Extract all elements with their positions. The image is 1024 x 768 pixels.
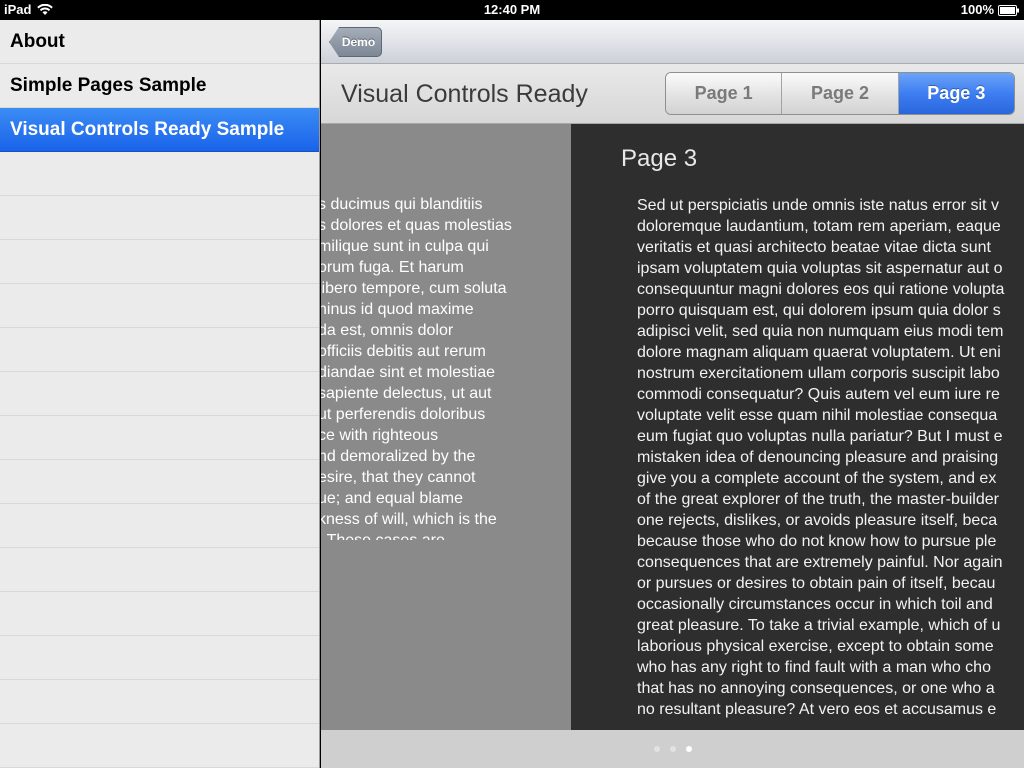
text-line: great pleasure. To take a trivial exampl… <box>637 617 1001 634</box>
page-content[interactable]: s ducimus qui blanditiis s dolores et qua… <box>321 124 1024 730</box>
back-button[interactable]: Demo <box>329 27 382 57</box>
text-line: who has any right to find fault with a m… <box>637 659 991 676</box>
sidebar-item[interactable]: Simple Pages Sample <box>0 64 319 108</box>
page-body-text: Sed ut perspiciatis unde omnis iste natu… <box>637 195 1024 720</box>
text-line: ue; and equal blame <box>321 490 463 507</box>
text-line: adipisci velit, sed quia non numquam eiu… <box>637 323 1004 340</box>
text-line: libero tempore, cum soluta <box>321 280 507 297</box>
text-line: Sed ut perspiciatis unde omnis iste natu… <box>637 197 999 214</box>
page-dot[interactable] <box>685 746 692 752</box>
text-line: veritatis et quasi architecto beatae vit… <box>637 239 991 256</box>
text-line: s ducimus qui blanditiis <box>321 196 483 213</box>
battery-percent: 100% <box>960 2 994 17</box>
text-line: sapiente delectus, ut aut <box>321 385 492 402</box>
status-right: 100% <box>961 2 1020 17</box>
sidebar-item[interactable]: Visual Controls Ready Sample <box>0 108 319 152</box>
page-dot[interactable] <box>653 746 660 752</box>
text-line: ut perferendis doloribus <box>321 406 486 423</box>
segment-page-1[interactable]: Page 1 <box>666 73 783 114</box>
text-line: consequuntur magni dolores eos qui ratio… <box>637 281 1005 298</box>
text-line: occasionally circumstances occur in whic… <box>637 596 993 613</box>
text-line: officiis debitis aut rerum <box>321 343 486 360</box>
text-line: da est, omnis dolor <box>321 322 454 339</box>
text-line: of the great explorer of the truth, the … <box>637 491 999 508</box>
text-line: because those who do not know how to pur… <box>637 533 997 550</box>
text-line: or pursues or desires to obtain pain of … <box>637 575 996 592</box>
text-line: mistaken idea of denouncing pleasure and… <box>637 449 999 466</box>
text-line: that has no annoying consequences, or on… <box>637 680 995 697</box>
text-line: kness of will, which is the <box>321 511 497 528</box>
current-page[interactable]: Page 3 Sed ut perspiciatis unde omnis is… <box>571 124 1024 730</box>
text-line: ipsam voluptatem quia voluptas sit asper… <box>637 260 1003 277</box>
text-line: nd demoralized by the <box>321 448 476 465</box>
segment-page-3[interactable]: Page 3 <box>898 73 1014 114</box>
page-dot[interactable] <box>669 746 676 752</box>
text-line: voluptate velit esse quam nihil molestia… <box>637 407 998 424</box>
text-line: no resultant pleasure? At vero eos et ac… <box>637 701 997 718</box>
page-indicator[interactable] <box>321 730 1024 768</box>
text-line: diandae sint et molestiae <box>321 364 495 381</box>
text-line: doloremque laudantium, totam rem aperiam… <box>637 218 1001 235</box>
text-line: ce with righteous <box>321 427 439 444</box>
text-line: milique sunt in culpa qui <box>321 238 489 255</box>
text-line: . These cases are <box>321 530 571 540</box>
text-line: one rejects, dislikes, or avoids pleasur… <box>637 512 998 529</box>
page-segmented-control: Page 1 Page 2 Page 3 <box>665 72 1015 115</box>
text-line: laborious physical exercise, except to o… <box>637 638 994 655</box>
toolbar-title: Visual Controls Ready <box>341 80 588 108</box>
text-line: nostrum exercitationem ullam corporis su… <box>637 365 1000 382</box>
text-line: dolore magnam aliquam quaerat voluptatem… <box>637 344 1001 361</box>
sidebar-item[interactable]: About <box>0 20 319 64</box>
sidebar: About Simple Pages Sample Visual Controls … <box>0 20 320 768</box>
previous-page-text: s ducimus qui blanditiis s dolores et qua… <box>321 194 571 540</box>
page-title: Page 3 <box>621 145 698 172</box>
text-line: ninus id quod maxime <box>321 301 474 318</box>
segment-page-2[interactable]: Page 2 <box>782 73 899 114</box>
status-bar: iPad 12:40 PM 100% <box>0 0 1024 20</box>
status-time: 12:40 PM <box>483 2 541 17</box>
text-line: porro quisquam est, qui dolorem ipsum qu… <box>637 302 1001 319</box>
previous-page[interactable]: s ducimus qui blanditiis s dolores et qua… <box>321 124 571 730</box>
text-line: commodi consequatur? Quis autem vel eum … <box>637 386 1000 403</box>
text-line: eum fugiat quo voluptas nulla pariatur? … <box>637 428 1003 445</box>
text-line: give you a complete account of the syste… <box>637 470 997 487</box>
text-line: consequences that are extremely painful.… <box>637 554 1003 571</box>
toolbar: Visual Controls Ready Page 1 Page 2 Page 3 <box>321 64 1024 124</box>
navigation-bar: Demo <box>321 20 1024 64</box>
text-line: s dolores et quas molestias <box>321 217 512 234</box>
main-panel: Demo Visual Controls Ready Page 1 Page 2P… <box>321 20 1024 768</box>
battery-icon <box>998 4 1020 16</box>
text-line: orum fuga. Et harum <box>321 259 464 276</box>
text-line: esire, that they cannot <box>321 469 476 486</box>
